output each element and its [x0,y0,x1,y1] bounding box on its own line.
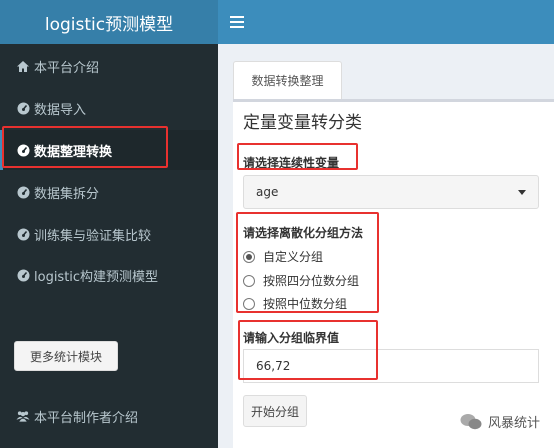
sidebar-item-author[interactable]: 本平台制作者介绍 [0,396,218,436]
dashboard-icon [16,143,30,157]
radio-unchecked-icon [243,297,255,310]
dropdown-caret-icon [518,190,526,195]
dashboard-icon [16,227,30,241]
sidebar-item-split[interactable]: 数据集拆分 [0,172,218,212]
home-icon [16,59,30,73]
watermark-text: 风暴统计 [488,416,541,431]
radio-median-grouping[interactable]: 按照中位数分组 [243,295,347,312]
variable-select[interactable]: age [243,175,539,209]
dashboard-icon [16,268,30,282]
radio-custom-grouping[interactable]: 自定义分组 [243,248,323,265]
dashboard-icon [16,185,30,199]
panel-title: 定量变量转分类 [243,113,362,133]
sidebar-item-compare[interactable]: 训练集与验证集比较 [0,214,218,254]
dashboard-icon [16,101,30,115]
chat-bubble-icon [460,413,482,431]
radio-checked-icon [243,250,255,263]
top-navbar [218,0,554,44]
menu-toggle-icon[interactable] [230,13,244,29]
method-label: 请选择离散化分组方法 [243,226,364,240]
variable-select-value: age [256,185,279,199]
users-icon [16,409,30,423]
tab-panel: 定量变量转分类 请选择连续性变量 age 请选择离散化分组方法 自定义分组 按照… [233,99,554,448]
more-modules-button[interactable]: 更多统计模块 [14,341,118,371]
threshold-label: 请输入分组临界值 [243,331,340,345]
tab-transform[interactable]: 数据转换整理 [233,61,342,99]
watermark: 风暴统计 [460,412,540,431]
sidebar-item-transform[interactable]: 数据整理转换 [0,130,218,170]
sidebar-item-intro[interactable]: 本平台介绍 [0,46,218,86]
select-variable-label: 请选择连续性变量 [243,156,340,170]
radio-unchecked-icon [243,274,255,287]
sidebar-item-import[interactable]: 数据导入 [0,88,218,128]
radio-quartile-grouping[interactable]: 按照四分位数分组 [243,272,359,289]
sidebar: 本平台介绍 数据导入 数据整理转换 数据集拆分 训练集与验证集比较 logist… [0,44,218,448]
sidebar-item-model[interactable]: logistic构建预测模型 [0,255,218,295]
start-grouping-button[interactable]: 开始分组 [243,395,307,427]
app-title: logistic预测模型 [0,0,218,44]
threshold-input[interactable]: 66,72 [243,349,539,383]
